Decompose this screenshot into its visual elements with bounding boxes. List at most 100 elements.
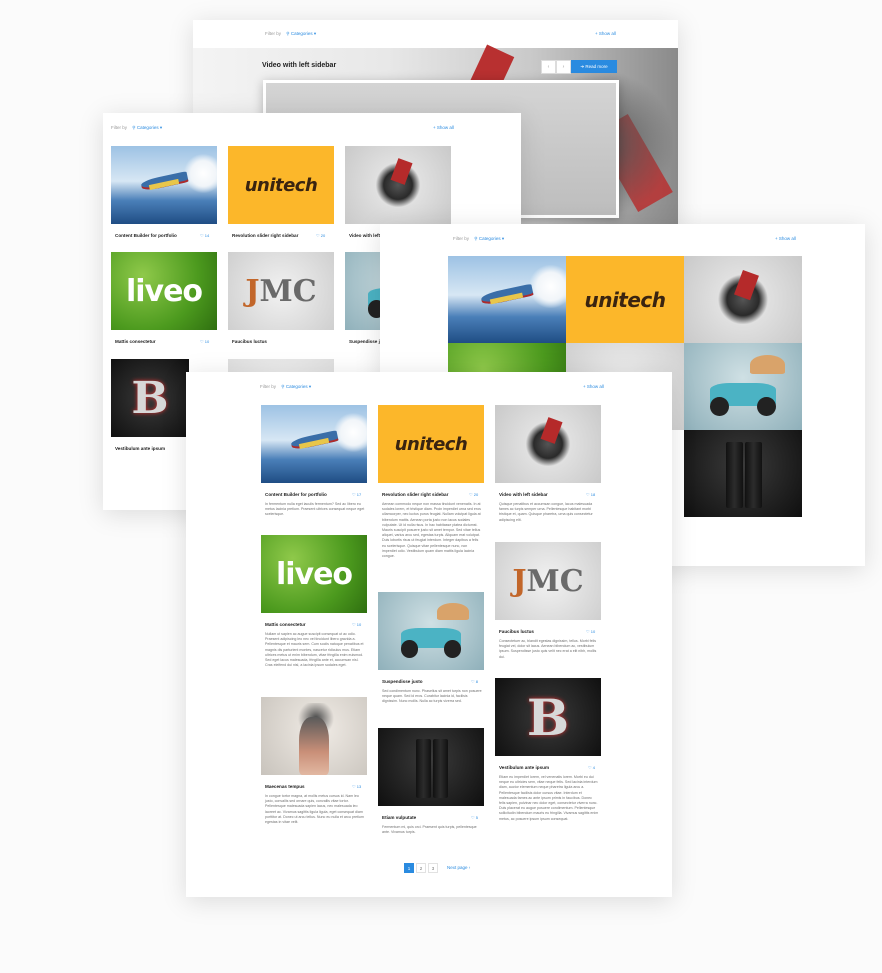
thumb-dark-tubes[interactable] (684, 430, 802, 517)
likes-count[interactable]: ♡ 5 (471, 815, 478, 820)
filter-label: Filter by (260, 384, 277, 389)
show-all-label: Show all (778, 236, 796, 241)
thumb-letter-b[interactable]: B (111, 359, 189, 437)
item-title[interactable]: Vestibulum ante ipsum (499, 765, 549, 770)
item-title[interactable]: Mattis consectetur (265, 622, 306, 627)
item-title[interactable]: Faucibus luctus (499, 629, 534, 634)
hero-title: Video with left sidebar (262, 62, 337, 69)
filter-bar: Filter by ⚲ Categories ▾ + Show all (453, 236, 865, 242)
filter-label: Filter by (453, 236, 470, 241)
categories-dropdown[interactable]: ⚲ Categories ▾ (132, 125, 162, 130)
heart-icon: ♡ (586, 629, 590, 634)
show-all-link[interactable]: + Show all (595, 31, 616, 36)
filter-bar: Filter by ⚲ Categories ▾ + Show all (111, 125, 521, 131)
likes-count[interactable]: ♡ 8 (471, 679, 478, 684)
heart-icon: ♡ (588, 765, 592, 770)
item-title[interactable]: Suspendisse justo (382, 679, 423, 684)
read-more-button[interactable]: ➜ Read more (571, 60, 617, 73)
page-2-button[interactable]: 2 (416, 863, 426, 873)
item-title[interactable]: Etiam vulputate (382, 815, 416, 820)
thumb-unitech[interactable]: unitech (378, 405, 484, 483)
likes-count[interactable]: ♡ 20 (316, 233, 325, 238)
liveo-logo: liveo (125, 273, 203, 309)
show-all-label: Show all (436, 125, 454, 130)
thumb-letter-b[interactable]: B (495, 678, 601, 756)
liveo-logo: liveo (275, 556, 353, 592)
likes-count[interactable]: ♡ 13 (352, 784, 361, 789)
item-title[interactable]: Revolution slider right sidebar (382, 492, 448, 497)
panel-masonry: Filter by ⚲ Categories ▾ + Show all Cont… (186, 372, 672, 897)
thumb-dark-tubes[interactable] (378, 728, 484, 806)
page-3-button[interactable]: 3 (428, 863, 438, 873)
item-description: In fermentum nulla eget iaculis fermentu… (265, 502, 365, 517)
categories-dropdown[interactable]: ⚲ Categories ▾ (281, 384, 311, 389)
item-title[interactable]: Maecenas tempus (265, 784, 305, 789)
likes-count[interactable]: ♡ 10 (200, 339, 209, 344)
next-page-link[interactable]: Next page › (447, 865, 470, 870)
heart-icon: ♡ (352, 622, 356, 627)
item-title[interactable]: Revolution slider right sidebar (232, 233, 298, 238)
heart-icon: ♡ (586, 492, 590, 497)
thumb-unitech[interactable]: unitech (228, 146, 334, 224)
likes-value: 18 (590, 492, 596, 497)
categories-dropdown[interactable]: ⚲ Categories ▾ (474, 236, 504, 241)
page-1-button[interactable]: 1 (404, 863, 414, 873)
chevron-right-icon: › (468, 865, 471, 870)
likes-count[interactable]: ♡ 4 (588, 765, 595, 770)
likes-count[interactable]: ♡ 10 (352, 622, 361, 627)
likes-value: 20 (320, 233, 326, 238)
item-title[interactable]: Content Builder for portfolio (115, 233, 177, 238)
item-title[interactable]: Faucibus luctus (232, 339, 267, 344)
likes-count[interactable]: ♡ 20 (469, 492, 478, 497)
jmc-logo: JMC (512, 564, 583, 599)
prev-button[interactable]: ‹ (541, 60, 556, 74)
item-title[interactable]: Video with left sidebar (499, 492, 548, 497)
show-all-link[interactable]: + Show all (433, 125, 454, 130)
thumb-liveo[interactable]: liveo (111, 252, 217, 330)
thumb-liveo[interactable]: liveo (261, 535, 367, 613)
thumb-jmc[interactable]: JMC (228, 252, 334, 330)
thumb-unitech[interactable]: unitech (566, 256, 684, 343)
filter-bar: Filter by ⚲ Categories ▾ + Show all (265, 31, 678, 37)
filter-icon: ⚲ (474, 236, 478, 241)
show-all-link[interactable]: + Show all (583, 384, 604, 389)
filter-label: Filter by (265, 31, 282, 36)
likes-value: 14 (204, 233, 210, 238)
likes-value: 5 (475, 815, 478, 820)
item-title[interactable]: Vestibulum ante ipsum (115, 446, 165, 451)
item-title[interactable]: Content Builder for portfolio (265, 492, 327, 497)
likes-value: 20 (473, 492, 479, 497)
likes-count[interactable]: ♡ 18 (586, 492, 595, 497)
thumb-plane[interactable] (261, 405, 367, 483)
thumb-burst[interactable] (345, 146, 451, 224)
next-page-label: Next page (447, 865, 468, 870)
heart-icon: ♡ (469, 492, 473, 497)
likes-count[interactable]: ♡ 14 (200, 233, 209, 238)
thumb-plane[interactable] (111, 146, 217, 224)
thumb-car[interactable] (684, 343, 802, 430)
likes-count[interactable]: ♡ 17 (352, 492, 361, 497)
thumb-portrait[interactable] (261, 697, 367, 775)
likes-value: 4 (592, 765, 595, 770)
show-all-label: Show all (598, 31, 616, 36)
thumb-burst[interactable] (495, 405, 601, 483)
thumb-car[interactable] (378, 592, 484, 670)
filter-icon: ⚲ (286, 31, 290, 36)
thumb-jmc[interactable]: JMC (495, 542, 601, 620)
next-button[interactable]: › (556, 60, 571, 74)
filter-icon: ⚲ (281, 384, 285, 389)
thumb-plane[interactable] (448, 256, 566, 343)
item-title[interactable]: Mattis consectetur (115, 339, 156, 344)
likes-count[interactable]: ♡ 10 (586, 629, 595, 634)
show-all-link[interactable]: + Show all (775, 236, 796, 241)
letter-b-logo: B (526, 687, 570, 747)
heart-icon: ♡ (316, 233, 320, 238)
filter-label: Filter by (111, 125, 128, 130)
unitech-logo: unitech (584, 287, 666, 312)
thumb-burst[interactable] (684, 256, 802, 343)
likes-value: 17 (356, 492, 362, 497)
likes-value: 13 (356, 784, 362, 789)
heart-icon: ♡ (471, 815, 475, 820)
item-description: Fermentum mi, quis orci. Praesent quis t… (382, 825, 477, 835)
categories-dropdown[interactable]: ⚲ Categories ▾ (286, 31, 316, 36)
